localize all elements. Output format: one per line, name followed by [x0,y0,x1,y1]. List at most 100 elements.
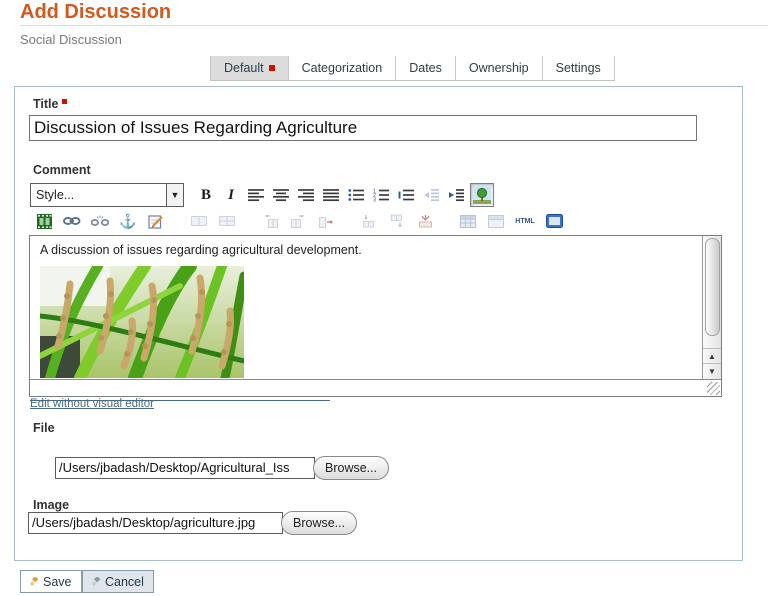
outdent-icon [424,189,439,202]
anchor-icon: ⚓ [119,213,137,229]
tab-default[interactable]: Default [210,56,289,80]
outdent-button[interactable] [420,184,442,206]
bold-button[interactable]: B [195,184,217,206]
file-browse-button[interactable]: Browse... [313,456,390,480]
bulleted-list-icon [348,189,364,201]
remove-link-button[interactable] [89,210,111,232]
tab-categorization-label: Categorization [301,61,383,75]
add-column-before-button[interactable] [259,210,281,232]
html-source-button[interactable]: HTML [513,210,537,232]
title-label: Title [33,97,68,111]
add-column-after-button[interactable] [287,210,309,232]
delete-row-icon [418,215,432,228]
source-view-button[interactable] [543,210,565,232]
cancel-arrow-icon [92,576,101,586]
add-row-before-button[interactable] [358,210,380,232]
table-properties-icon [488,214,504,228]
insert-video-button[interactable] [33,210,55,232]
bold-icon: B [200,186,211,203]
delete-column-button[interactable] [315,210,337,232]
numbered-list-icon: 123 [373,189,389,202]
tab-default-label: Default [224,61,264,75]
title-input[interactable] [29,115,697,141]
edit-link-row: Edit without visual editor [30,394,330,410]
tab-settings[interactable]: Settings [542,56,615,80]
cancel-button[interactable]: Cancel [82,570,154,593]
insert-table-button[interactable] [457,210,479,232]
insert-image-icon [473,186,491,204]
table-properties-button[interactable] [485,210,507,232]
align-center-button[interactable] [270,184,292,206]
scrollbar-thumb[interactable] [705,238,720,336]
title-divider [20,25,768,26]
add-row-after-icon [391,214,402,228]
indent-list-icon [398,189,414,201]
tab-dates[interactable]: Dates [396,56,456,80]
style-select-value: Style... [36,188,75,202]
tab-categorization[interactable]: Categorization [288,56,397,80]
save-button[interactable]: Save [20,570,82,593]
align-left-button[interactable] [245,184,267,206]
align-justify-icon [323,189,339,202]
edit-note-icon [148,214,163,229]
add-column-after-icon [290,214,304,228]
form-tabs: Default Categorization Dates Ownership S… [210,56,615,81]
image-browse-button[interactable]: Browse... [281,511,358,535]
align-center-icon [273,189,289,202]
source-view-icon [545,214,563,228]
image-label: Image [33,498,70,512]
file-path-input[interactable]: /Users/jbadash/Desktop/Agricultural_Iss [55,457,315,479]
italic-button[interactable]: I [220,184,242,206]
image-path-input[interactable]: /Users/jbadash/Desktop/agriculture.jpg [28,512,283,534]
split-cell-icon [219,216,235,226]
save-button-label: Save [43,574,72,589]
save-arrow-icon [30,576,39,586]
rice-plants-image[interactable] [40,266,244,378]
chevron-down-icon: ▼ [166,184,183,206]
insert-video-icon [36,213,52,229]
resize-handle-icon[interactable] [707,382,720,395]
numbered-list-button[interactable]: 123 [370,184,392,206]
merge-cell-button[interactable] [188,210,210,232]
align-left-icon [248,189,264,202]
align-right-button[interactable] [295,184,317,206]
tab-settings-label: Settings [555,61,601,75]
scroll-up-button[interactable]: ▲ [703,348,721,364]
add-row-after-button[interactable] [386,210,408,232]
insert-table-icon [460,214,476,228]
scroll-down-button[interactable]: ▼ [703,363,721,379]
cancel-button-label: Cancel [105,574,144,589]
editor-content[interactable]: A discussion of issues regarding agricul… [30,236,703,379]
style-select[interactable]: Style... ▼ [30,183,184,207]
delete-row-button[interactable] [414,210,436,232]
tab-ownership[interactable]: Ownership [455,56,543,80]
arrow-up-icon: ▲ [708,352,716,361]
comment-editor: A discussion of issues regarding agricul… [29,235,722,397]
editor-scrollbar[interactable]: ▲ ▼ [702,236,721,379]
bulleted-list-button[interactable] [345,184,367,206]
insert-image-button[interactable] [470,183,494,207]
required-marker-icon [268,65,275,71]
indent-button[interactable] [445,184,467,206]
page-subtitle: Social Discussion [20,32,122,47]
insert-link-button[interactable] [61,210,83,232]
split-cell-button[interactable] [216,210,238,232]
file-label: File [33,421,55,435]
tab-dates-label: Dates [409,61,442,75]
align-justify-button[interactable] [320,184,342,206]
align-right-icon [298,189,314,202]
add-column-before-icon [264,214,278,228]
edit-without-visual-editor-link[interactable]: Edit without visual editor [30,398,154,410]
add-discussion-page: Add Discussion Social Discussion Default… [0,0,768,596]
indent-list-button[interactable] [395,184,417,206]
insert-anchor-button[interactable]: ⚓ [117,210,139,232]
edit-note-button[interactable] [145,210,167,232]
insert-link-icon [63,217,81,225]
editor-toolbar-row2: ⚓ HTML [33,209,565,233]
svg-text:3: 3 [373,198,376,202]
comment-label: Comment [33,163,91,177]
editor-toolbar-row1: Style... ▼ B I 123 [30,182,494,208]
